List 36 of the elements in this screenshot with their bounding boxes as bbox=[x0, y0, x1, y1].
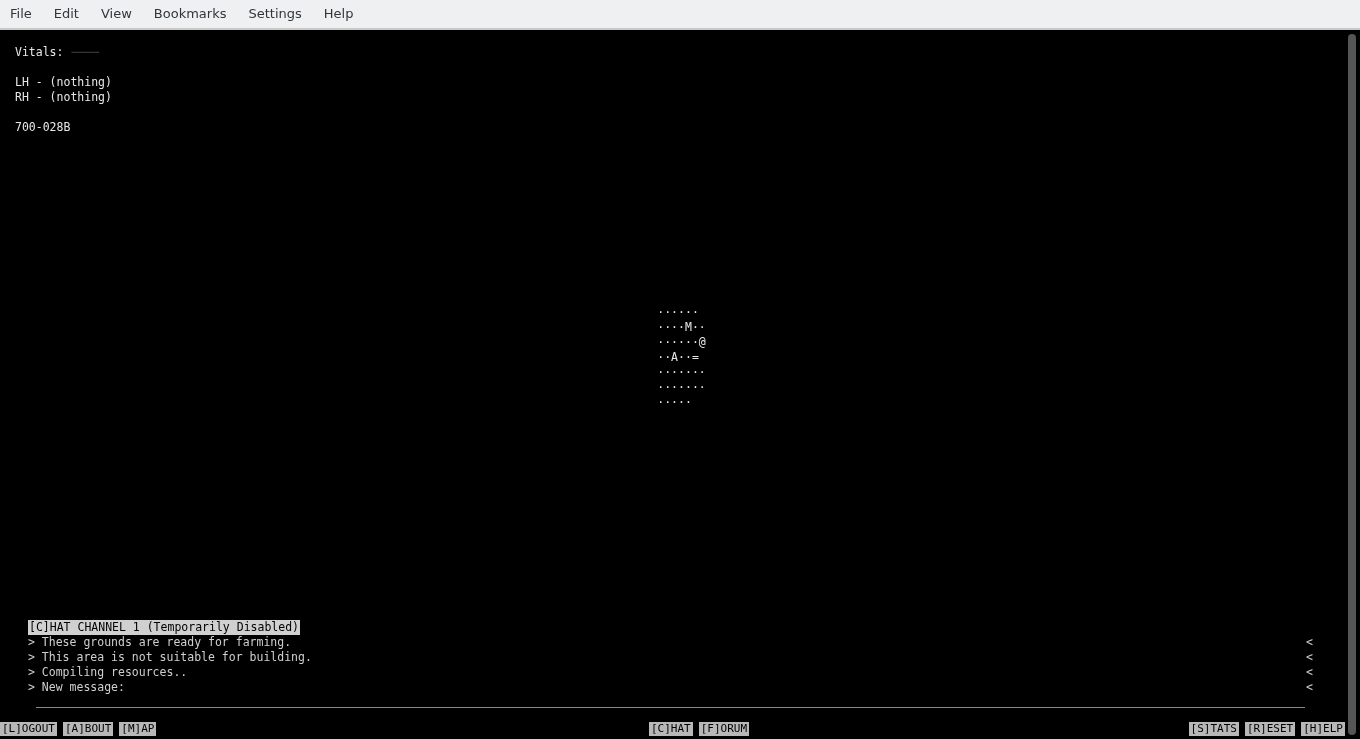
command-button[interactable]: [L]OGOUT bbox=[0, 722, 57, 736]
map-row: ··A··= bbox=[657, 350, 699, 365]
vitals-label: Vitals: bbox=[15, 45, 64, 60]
command-button[interactable]: [R]ESET bbox=[1244, 722, 1296, 736]
scrollbar[interactable] bbox=[1348, 34, 1356, 735]
chat-header[interactable]: [C]HAT CHANNEL 1 (Temporarily Disabled) bbox=[28, 620, 301, 635]
chat-message: > Compiling resources.. bbox=[28, 665, 188, 680]
hand-slot-text: RH - (nothing) bbox=[15, 90, 113, 105]
line-marker: < bbox=[1306, 680, 1313, 695]
line-marker: < bbox=[1306, 635, 1313, 650]
command-button[interactable]: [F]ORUM bbox=[698, 722, 750, 736]
menu-item[interactable]: Bookmarks bbox=[153, 4, 227, 24]
command-button[interactable]: [A]BOUT bbox=[63, 722, 114, 736]
command-button[interactable]: [S]TATS bbox=[1188, 722, 1239, 736]
menu-item[interactable]: View bbox=[100, 4, 132, 24]
line-marker: < bbox=[1306, 650, 1313, 665]
hand-slot-text: LH - (nothing) bbox=[15, 75, 113, 90]
map-row: ······ bbox=[657, 305, 699, 320]
command-button[interactable]: [M]AP bbox=[119, 722, 157, 736]
vitals-value: ──── bbox=[71, 45, 100, 60]
menu-item[interactable]: File bbox=[10, 4, 32, 24]
menu-item[interactable]: Settings bbox=[248, 4, 302, 24]
chat-message: > These grounds are ready for farming. bbox=[28, 635, 292, 650]
menu-item[interactable]: Help bbox=[323, 4, 354, 24]
location-code: 700-028B bbox=[15, 120, 72, 135]
map-row: ····M·· bbox=[657, 320, 706, 335]
map-row: ······@ bbox=[657, 335, 706, 350]
chat-message: > New message: bbox=[28, 680, 125, 695]
command-button[interactable]: [C]HAT bbox=[648, 722, 693, 736]
map-row: ······· bbox=[657, 365, 706, 380]
line-marker: < bbox=[1306, 665, 1313, 680]
chat-message: > This area is not suitable for building. bbox=[28, 650, 312, 665]
map-row: ····· bbox=[657, 395, 692, 410]
map-row: ······· bbox=[657, 380, 706, 395]
menu-item[interactable]: Edit bbox=[53, 4, 79, 24]
command-button[interactable]: [H]ELP bbox=[1301, 722, 1345, 736]
